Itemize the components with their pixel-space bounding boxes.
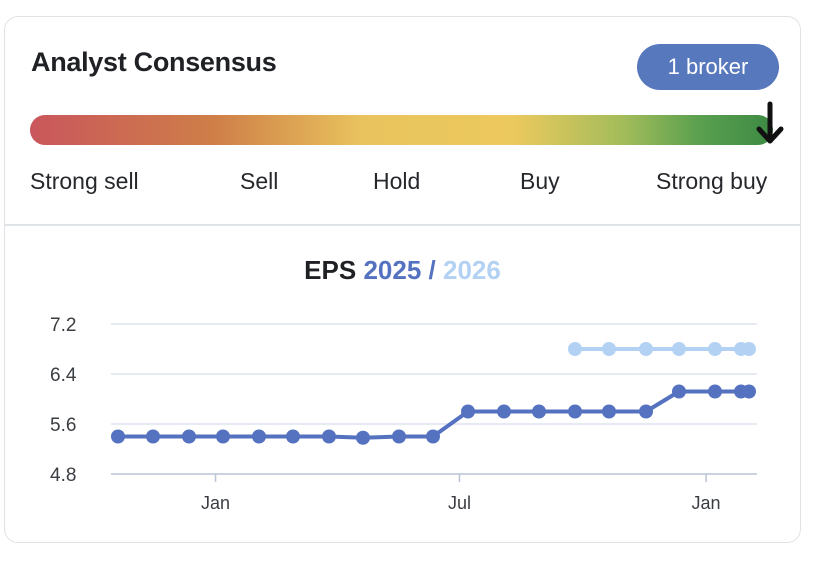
data-point-2025	[532, 404, 546, 419]
x-tick-label: Jan	[201, 493, 230, 513]
data-point-2026	[708, 342, 722, 356]
y-tick-label: 4.8	[50, 465, 76, 486]
data-point-2026	[568, 342, 582, 356]
data-point-2025	[216, 429, 230, 444]
data-point-2026	[639, 342, 653, 356]
x-tick-label: Jul	[448, 493, 471, 513]
data-point-2025	[146, 429, 160, 444]
data-point-2025	[461, 404, 475, 419]
data-point-2025	[639, 404, 653, 419]
data-point-2026	[742, 342, 756, 356]
data-point-2025	[497, 404, 511, 419]
data-point-2025	[322, 429, 336, 444]
data-point-2025	[602, 404, 616, 419]
y-tick-label: 7.2	[50, 315, 76, 336]
data-point-2025	[392, 429, 406, 444]
data-point-2025	[252, 429, 266, 444]
data-point-2025	[742, 384, 756, 399]
eps-line-chart: 7.2 6.4 5.6 4.8 Jan Jul Jan	[50, 315, 757, 513]
data-point-2025	[426, 429, 440, 444]
x-tick-label: Jan	[692, 493, 721, 513]
data-point-2025	[111, 429, 125, 444]
data-point-2025	[286, 429, 300, 444]
data-point-2026	[602, 342, 616, 356]
data-point-2025	[182, 429, 196, 444]
data-point-2025	[708, 384, 722, 399]
y-tick-label: 5.6	[50, 415, 76, 436]
data-point-2025	[568, 404, 582, 419]
analyst-consensus-card: Analyst Consensus 1 broker Strong sell S…	[4, 16, 801, 543]
data-point-2026	[672, 342, 686, 356]
y-tick-label: 6.4	[50, 365, 77, 386]
data-point-2025	[356, 430, 370, 445]
data-point-2025	[672, 384, 686, 399]
